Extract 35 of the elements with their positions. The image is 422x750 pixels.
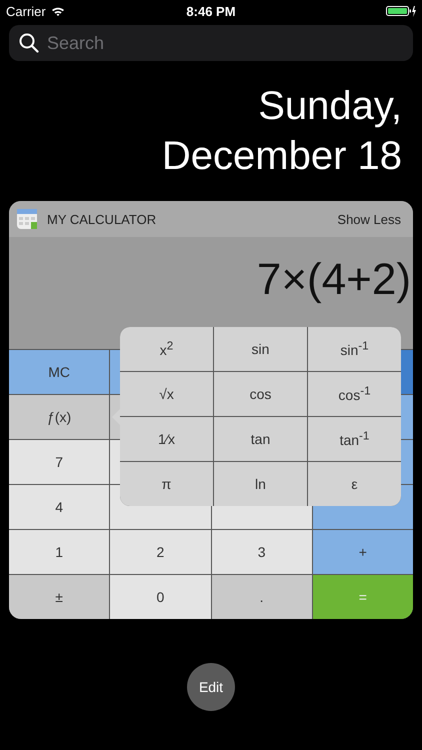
calculator-key[interactable]: MC: [9, 350, 110, 394]
function-key[interactable]: x$^{2}$: [120, 327, 213, 371]
calculator-key[interactable]: 7: [9, 440, 110, 484]
calculator-key[interactable]: 1: [9, 530, 110, 574]
function-key[interactable]: sin$^{-1}$: [308, 327, 401, 371]
widget-title: MY CALCULATOR: [47, 212, 158, 226]
show-less-button[interactable]: Show Less: [337, 212, 401, 226]
weekday-text: Sunday,: [258, 83, 402, 130]
calculator-key[interactable]: 0: [110, 575, 210, 619]
edit-button[interactable]: Edit: [187, 663, 235, 711]
function-key[interactable]: 1⁄x: [120, 417, 213, 461]
function-key[interactable]: tan$^{-1}$: [308, 417, 401, 461]
calculator-key[interactable]: 2: [110, 530, 210, 574]
function-key[interactable]: π: [120, 462, 213, 506]
function-key[interactable]: tan: [214, 417, 307, 461]
function-key[interactable]: √x: [120, 372, 213, 416]
calculator-app-icon: [17, 209, 37, 229]
date-text: December 18: [162, 133, 402, 180]
calculator-key[interactable]: ±: [9, 575, 110, 619]
function-key[interactable]: sin: [214, 327, 307, 371]
calculator-key[interactable]: 4: [9, 485, 110, 529]
search-field[interactable]: Search: [9, 25, 413, 61]
calculator-key[interactable]: ƒ(x): [9, 395, 110, 439]
calculator-key[interactable]: +: [312, 530, 413, 574]
function-key[interactable]: cos: [214, 372, 307, 416]
calculator-key[interactable]: 3: [212, 530, 312, 574]
wifi-icon: [50, 6, 65, 16]
function-key[interactable]: ε: [308, 462, 401, 506]
carrier-name: Carrier: [6, 4, 46, 18]
status-time: 8:46 PM: [186, 4, 236, 18]
calculator-key[interactable]: .: [212, 575, 312, 619]
battery-icon: [386, 5, 416, 17]
function-key[interactable]: ln: [214, 462, 307, 506]
expression-text: 7×(4+2): [256, 255, 412, 305]
function-key[interactable]: cos$^{-1}$: [308, 372, 401, 416]
